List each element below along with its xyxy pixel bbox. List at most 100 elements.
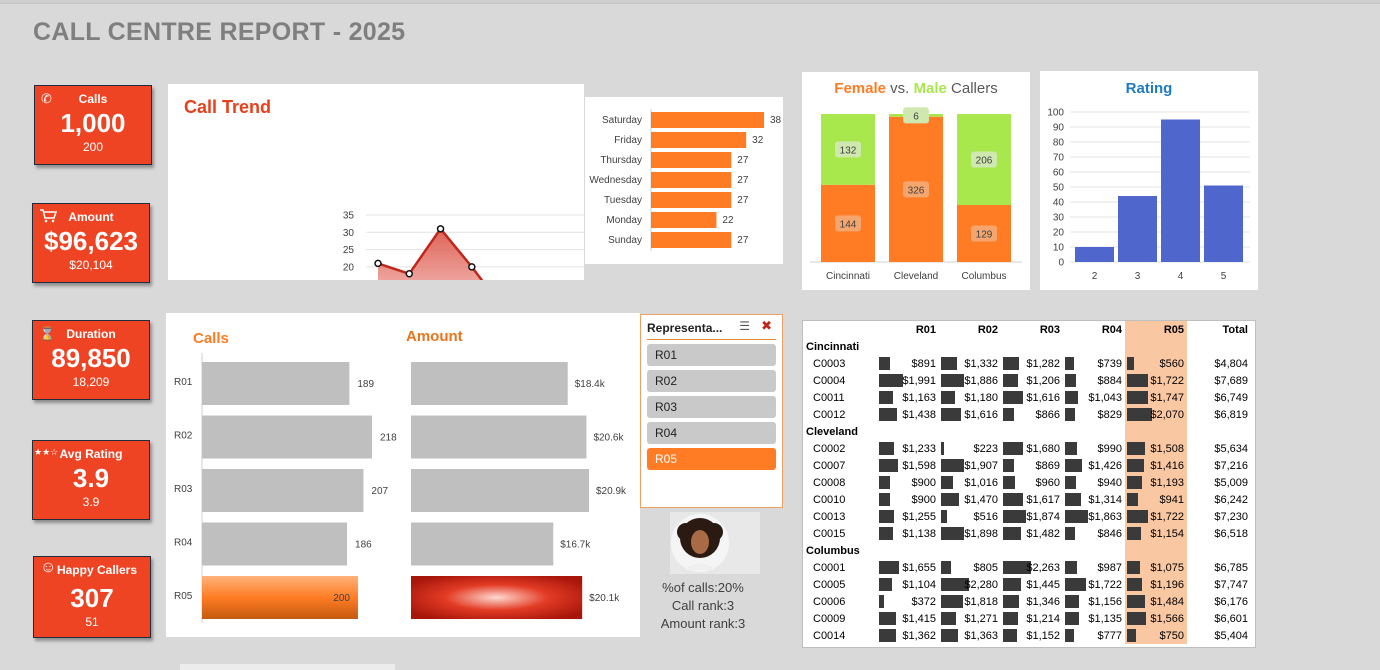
pivot-value-text: $1,233 — [902, 442, 936, 455]
pivot-value-cell: $560 — [1125, 355, 1187, 372]
sheet-tab-strip — [180, 664, 395, 670]
rating-y-tick: 80 — [1053, 138, 1065, 149]
pivot-customer-id: C0015 — [813, 527, 846, 540]
weekday-label-wednesday: Wednesday — [589, 175, 642, 186]
pivot-value-text: $1,484 — [1150, 595, 1184, 608]
weekday-label-friday: Friday — [614, 135, 642, 146]
table-row[interactable]: C0006 $372 $1,818 $1,346 $1,156 $1,484 $6,176 — [803, 593, 1251, 610]
pivot-value-cell: $6,749 — [1187, 389, 1251, 406]
pivot-value-cell: $4,804 — [1187, 355, 1251, 372]
pivot-value-text: $1,346 — [1026, 595, 1060, 608]
rating-bar-3 — [1118, 196, 1157, 262]
pivot-value-cell: $1,818 — [939, 593, 1001, 610]
reps-amount-value: $20.9k — [596, 486, 627, 497]
pivot-customer-id: C0009 — [813, 612, 846, 625]
call-trend-plot: 05101520253035JanFebMarAprMayJunJulAugSe… — [343, 211, 584, 280]
table-row[interactable]: C0001 $1,655 $805 $2,263 $987 $1,075 $6,785 — [803, 559, 1251, 576]
reps-amount-bar-r03 — [411, 469, 589, 512]
table-row[interactable]: C0004 $1,991 $1,886 $1,206 $884 $1,722 $7,689 — [803, 372, 1251, 389]
reps-amount-value: $20.6k — [593, 433, 624, 444]
pivot-value-cell: $1,722 — [1125, 372, 1187, 389]
pivot-city-row[interactable]: Columbus — [803, 542, 1251, 559]
data-bar — [1065, 374, 1076, 387]
slicer-title: Representa... — [647, 321, 723, 335]
pivot-value-cell: $5,634 — [1187, 440, 1251, 457]
table-row[interactable]: C0012 $1,438 $1,616 $866 $829 $2,070 $6,819 — [803, 406, 1251, 423]
table-row[interactable]: C0008 $900 $1,016 $960 $940 $1,193 $5,009 — [803, 474, 1251, 491]
kpi-amount-card[interactable]: Amount $96,623 $20,104 — [32, 203, 150, 283]
pivot-value-cell: $869 — [1001, 457, 1063, 474]
pivot-value-text: $7,216 — [1214, 459, 1248, 472]
reps-amount-bar-r04 — [411, 522, 554, 566]
pivot-value-cell: $6,819 — [1187, 406, 1251, 423]
pivot-value-cell: $1,196 — [1125, 576, 1187, 593]
table-row[interactable]: C0005 $1,104 $2,280 $1,445 $1,722 $1,196 $7,74… — [803, 576, 1251, 593]
pivot-empty-cell — [877, 542, 939, 559]
pivot-city-row[interactable]: Cincinnati — [803, 338, 1251, 355]
pivot-value-text: $846 — [1097, 527, 1122, 540]
table-row[interactable]: C0002 $1,233 $223 $1,680 $990 $1,508 $5,634 — [803, 440, 1251, 457]
table-row[interactable]: C0014 $1,362 $1,363 $1,152 $777 $750 $5,404 — [803, 627, 1251, 644]
pivot-grid: R01 R02 R03 R04 R05 Total Cincinnati C0003 $891 $… — [803, 321, 1251, 644]
gender-female-value: 129 — [976, 230, 993, 241]
table-row[interactable]: C0010 $900 $1,470 $1,617 $1,314 $941 $6,242 — [803, 491, 1251, 508]
pivot-city-row[interactable]: Cleveland — [803, 423, 1251, 440]
data-bar — [941, 476, 954, 489]
pivot-value-cell: $750 — [1125, 627, 1187, 644]
reps-calls-value: 189 — [357, 379, 374, 390]
slicer-item-r01[interactable]: R01 — [647, 344, 776, 366]
pivot-customer-id: C0002 — [813, 442, 846, 455]
pivot-value-text: $1,617 — [1026, 493, 1060, 506]
pivot-value-text: $516 — [973, 510, 998, 523]
pivot-value-text: $6,785 — [1214, 561, 1248, 574]
kpi-rating-card[interactable]: ★★☆ Avg Rating 3.9 3.9 — [32, 440, 150, 520]
weekday-value: 22 — [722, 215, 734, 226]
slicer-item-r04[interactable]: R04 — [647, 422, 776, 444]
kpi-calls-card[interactable]: ✆ Calls 1,000 200 — [34, 85, 152, 165]
slicer-item-r02[interactable]: R02 — [647, 370, 776, 392]
table-row[interactable]: C0015 $1,138 $1,898 $1,482 $846 $1,154 $6,518 — [803, 525, 1251, 542]
table-row[interactable]: C0003 $891 $1,332 $1,282 $739 $560 $4,804 — [803, 355, 1251, 372]
pivot-value-cell: $900 — [877, 474, 939, 491]
pivot-value-text: $6,601 — [1214, 612, 1248, 625]
hourglass-icon: ⌛ — [39, 326, 56, 341]
data-bar — [1003, 374, 1018, 387]
pivot-value-text: $1,206 — [1026, 374, 1060, 387]
kpi-happy-card[interactable]: ☺ Happy Callers 307 51 — [33, 556, 151, 638]
pivot-value-text: $223 — [973, 442, 998, 455]
data-bar — [1127, 561, 1141, 574]
pivot-value-cell: $1,617 — [1001, 491, 1063, 508]
rating-y-tick: 60 — [1053, 168, 1065, 179]
pivot-value-cell: $1,180 — [939, 389, 1001, 406]
pivot-value-text: $560 — [1159, 357, 1184, 370]
slicer-item-r05[interactable]: R05 — [647, 448, 776, 470]
pivot-value-cell: $941 — [1125, 491, 1187, 508]
pivot-value-cell: $940 — [1063, 474, 1125, 491]
pivot-value-text: $1,722 — [1088, 578, 1122, 591]
pivot-value-text: $1,655 — [902, 561, 936, 574]
table-row[interactable]: C0011 $1,163 $1,180 $1,616 $1,043 $1,747 $6,74… — [803, 389, 1251, 406]
weekday-value: 27 — [737, 195, 749, 206]
table-row[interactable]: C0013 $1,255 $516 $1,874 $1,863 $1,722 $7,230 — [803, 508, 1251, 525]
pivot-header-row: R01 R02 R03 R04 R05 Total — [803, 321, 1251, 338]
pivot-value-cell: $805 — [939, 559, 1001, 576]
pivot-empty-cell — [1187, 338, 1251, 355]
kpi-duration-card[interactable]: ⌛ Duration 89,850 18,209 — [32, 320, 150, 400]
pivot-value-text: $6,749 — [1214, 391, 1248, 404]
trend-y-tick: 25 — [343, 245, 355, 256]
gender-city-label: Columbus — [961, 271, 1006, 282]
table-row[interactable]: C0007 $1,598 $1,907 $869 $1,426 $1,416 $7,216 — [803, 457, 1251, 474]
pivot-value-text: $1,445 — [1026, 578, 1060, 591]
pivot-value-text: $777 — [1097, 629, 1122, 642]
pivot-value-cell: $1,484 — [1125, 593, 1187, 610]
clear-filter-icon[interactable]: ✖ — [761, 318, 772, 334]
pivot-value-text: $1,314 — [1088, 493, 1122, 506]
pivot-value-text: $1,616 — [964, 408, 998, 421]
pivot-col-header-total: Total — [1222, 323, 1248, 336]
table-row[interactable]: C0009 $1,415 $1,271 $1,214 $1,135 $1,566 $6,60… — [803, 610, 1251, 627]
reps-name-label: R05 — [174, 591, 193, 602]
pivot-value-cell: $1,863 — [1063, 508, 1125, 525]
slicer-item-r03[interactable]: R03 — [647, 396, 776, 418]
multi-select-icon[interactable]: ☰ — [739, 319, 750, 333]
data-bar — [941, 612, 957, 625]
